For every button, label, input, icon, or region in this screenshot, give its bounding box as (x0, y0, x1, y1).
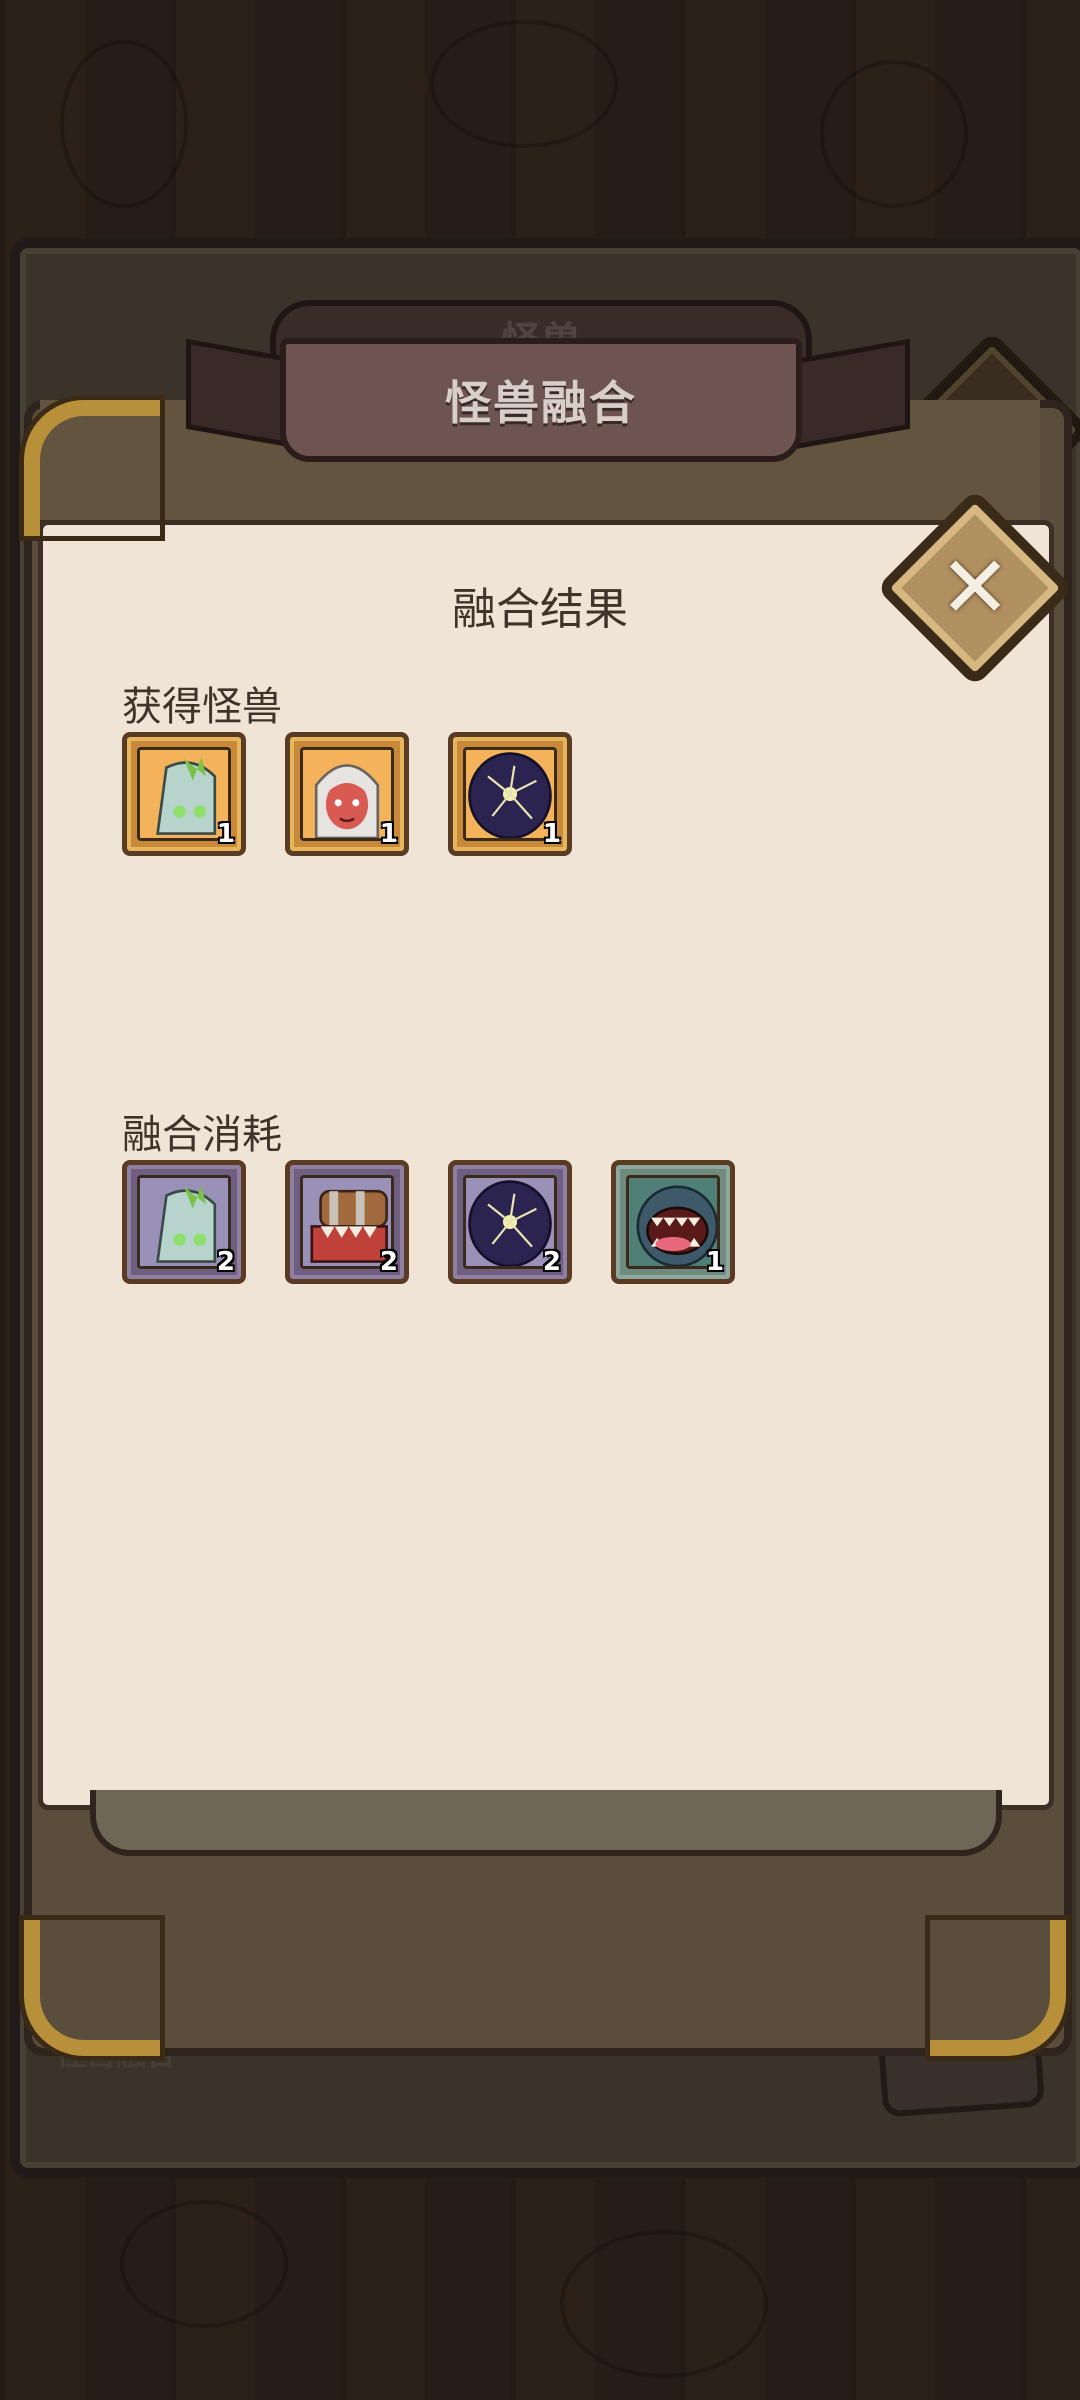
corner-ornament (930, 1920, 1066, 2056)
monster-item[interactable]: 1 (285, 732, 409, 856)
monster-item[interactable]: 2 (122, 1160, 246, 1284)
white-haired-girl-icon (303, 750, 391, 838)
monster-item[interactable]: 2 (285, 1160, 409, 1284)
consumed-items: 2 2 2 1 (122, 1160, 735, 1284)
dark-egg-icon (466, 1178, 554, 1266)
chest-mimic-icon (303, 1178, 391, 1266)
corner-ornament (24, 1920, 160, 2056)
ghost-robot-icon (140, 1178, 228, 1266)
item-count: 1 (379, 819, 398, 849)
item-count: 2 (216, 1247, 235, 1277)
item-count: 1 (542, 819, 561, 849)
monster-item[interactable]: 1 (448, 732, 572, 856)
obtained-items: 1 1 1 (122, 732, 572, 856)
monster-item[interactable]: 1 (122, 732, 246, 856)
consumed-label: 融合消耗 (122, 1112, 282, 1158)
obtained-label: 获得怪兽 (122, 684, 282, 730)
result-title: 融合结果 (452, 584, 628, 635)
title-ribbon: 怪兽融合 (280, 338, 802, 462)
ghost-robot-icon (140, 750, 228, 838)
monster-item[interactable]: 2 (448, 1160, 572, 1284)
screaming-fish-icon (629, 1178, 717, 1266)
item-count: 2 (542, 1247, 561, 1277)
item-count: 1 (705, 1247, 724, 1277)
corner-ornament (24, 400, 160, 536)
dark-egg-icon (466, 750, 554, 838)
page-title: 怪兽融合 (445, 376, 637, 430)
monster-item[interactable]: 1 (611, 1160, 735, 1284)
item-count: 1 (216, 819, 235, 849)
panel-bottom-tray (90, 1790, 1002, 1856)
item-count: 2 (379, 1247, 398, 1277)
